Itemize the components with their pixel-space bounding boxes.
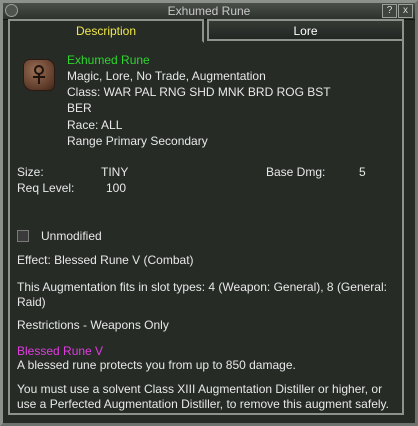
item-class: Class: WAR PAL RNG SHD MNK BRD ROG BST xyxy=(67,85,331,99)
req-level-label: Req Level: xyxy=(17,181,75,195)
tab-lore[interactable]: Lore xyxy=(207,19,404,41)
close-button[interactable]: x xyxy=(398,4,413,18)
augment-fit-text: This Augmentation fits in slot types: 4 … xyxy=(17,280,387,294)
effect-text: Effect: Blessed Rune V (Combat) xyxy=(17,253,194,267)
spell-description: A blessed rune protects you from up to 8… xyxy=(17,358,296,372)
req-level-value: 100 xyxy=(106,181,127,195)
rune-stone-icon xyxy=(23,59,55,91)
removal-text-continued: use a Perfected Augmentation Distiller, … xyxy=(17,397,389,411)
base-dmg-label: Base Dmg: xyxy=(266,165,326,179)
unmodified-checkbox[interactable] xyxy=(17,230,29,242)
title-bar[interactable]: Exhumed Rune ? x xyxy=(3,3,415,20)
restrictions-text: Restrictions - Weapons Only xyxy=(17,318,169,332)
removal-text: You must use a solvent Class XIII Augmen… xyxy=(17,382,383,396)
augment-fit-text-continued: Raid) xyxy=(17,295,46,309)
item-class-continued: BER xyxy=(67,101,92,115)
item-race: Race: ALL xyxy=(67,118,123,132)
base-dmg-value: 5 xyxy=(359,165,366,179)
tab-description[interactable]: Description xyxy=(8,19,204,43)
help-button[interactable]: ? xyxy=(382,4,397,18)
size-label: Size: xyxy=(17,165,44,179)
window-title: Exhumed Rune xyxy=(167,4,251,18)
item-name: Exhumed Rune xyxy=(67,53,150,67)
size-value: TINY xyxy=(101,165,129,179)
unmodified-label: Unmodified xyxy=(41,229,102,243)
tab-bar: Description Lore xyxy=(8,19,404,43)
item-slots: Range Primary Secondary xyxy=(67,134,208,148)
item-flags: Magic, Lore, No Trade, Augmentation xyxy=(67,69,266,83)
